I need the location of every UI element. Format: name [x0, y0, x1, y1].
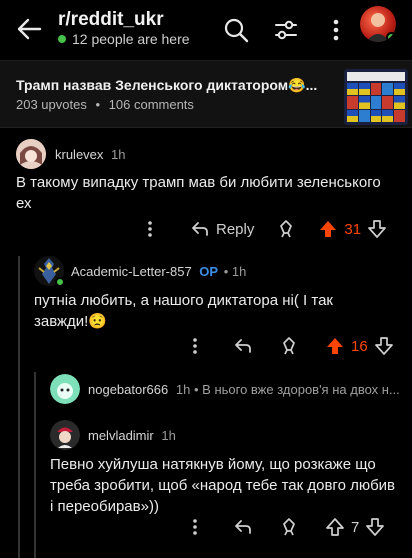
- downvote-arrow-icon[interactable]: [374, 336, 394, 356]
- search-icon[interactable]: [222, 16, 250, 44]
- op-badge: OP: [199, 264, 219, 279]
- reply-label: Reply: [216, 220, 255, 238]
- comment-actions: 7: [185, 514, 400, 540]
- more-options-icon[interactable]: [185, 336, 205, 356]
- username[interactable]: Academic-Letter-857: [71, 264, 192, 279]
- vote-score: 7: [351, 518, 360, 536]
- reply-arrow-icon: [192, 222, 208, 236]
- more-options-icon[interactable]: [185, 517, 205, 537]
- comment-body: Певно хуйлуша натякнув йому, що розкаже …: [50, 456, 396, 515]
- subreddit-name[interactable]: r/reddit_ukr: [58, 9, 164, 31]
- anime-avatar-icon: [16, 139, 46, 169]
- upvote-arrow-icon[interactable]: [325, 336, 345, 356]
- collapsed-comment-header[interactable]: nogebator666 1h • В нього вже здоров'я н…: [88, 382, 404, 397]
- post-title[interactable]: Трамп назвав Зеленського диктатором😂...: [16, 77, 322, 94]
- comment-age: 1h: [111, 147, 126, 162]
- comment-author[interactable]: melvladimir 1h: [88, 428, 176, 443]
- downvote-arrow-icon[interactable]: [367, 219, 387, 239]
- avatar[interactable]: [16, 139, 46, 169]
- online-dot-icon: [58, 35, 66, 43]
- avatar[interactable]: [50, 420, 80, 450]
- award-icon[interactable]: [279, 336, 299, 356]
- comment-actions: 16: [185, 333, 400, 359]
- downvote-arrow-icon[interactable]: [365, 517, 385, 537]
- post-upvotes: 203 upvotes: [16, 97, 87, 112]
- avatar[interactable]: [50, 374, 80, 404]
- snoo-avatar-icon: [50, 374, 80, 404]
- meta-separator: •: [95, 97, 101, 112]
- avatar-online-dot: [386, 32, 396, 42]
- more-options-icon[interactable]: [140, 219, 160, 239]
- post-header-card[interactable]: Трамп назвав Зеленського диктатором😂... …: [0, 60, 412, 128]
- post-comment-count: 106 comments: [108, 97, 194, 112]
- online-count: 12 people are here: [72, 31, 190, 47]
- vote-score: 16: [351, 337, 368, 355]
- award-icon[interactable]: [279, 517, 299, 537]
- thread-line[interactable]: [18, 256, 20, 558]
- comment-body: В такому випадку трамп мав би любити зел…: [16, 174, 381, 212]
- thumbnail-image: [347, 83, 405, 122]
- reply-arrow-icon[interactable]: [233, 336, 253, 356]
- character-avatar-icon: [50, 420, 80, 450]
- vote-score: 31: [344, 220, 362, 238]
- comment-author[interactable]: krulevex 1h: [55, 147, 126, 162]
- top-bar: r/reddit_ukr 12 people are here: [0, 0, 412, 60]
- reply-arrow-icon[interactable]: [233, 517, 253, 537]
- meta-separator: •: [223, 264, 229, 279]
- filter-sliders-icon[interactable]: [272, 16, 300, 44]
- thread-line[interactable]: [34, 372, 36, 558]
- thumbnail-caption-strip: [347, 72, 405, 81]
- avatar[interactable]: [34, 256, 65, 287]
- online-indicator: 12 people are here: [58, 31, 190, 47]
- collapsed-preview: В нього вже здоров'я на двох н...: [202, 382, 400, 397]
- online-dot: [55, 277, 65, 287]
- more-vertical-icon[interactable]: [322, 16, 350, 44]
- meta-separator: •: [193, 382, 199, 397]
- username[interactable]: melvladimir: [88, 428, 154, 443]
- username[interactable]: nogebator666: [88, 382, 168, 397]
- username[interactable]: krulevex: [55, 147, 103, 162]
- upvote-arrow-icon[interactable]: [325, 517, 345, 537]
- post-thumbnail[interactable]: [344, 69, 408, 125]
- upvote-arrow-icon[interactable]: [318, 219, 338, 239]
- comment-body: путніа любить, а нашого диктатора ні( І …: [34, 292, 333, 330]
- post-meta: 203 upvotes • 106 comments: [16, 97, 194, 112]
- comment-age: 1h: [231, 264, 247, 279]
- award-icon[interactable]: [276, 219, 296, 239]
- comment-actions: Reply 31: [140, 216, 400, 242]
- user-avatar[interactable]: [360, 6, 396, 42]
- comment-author[interactable]: Academic-Letter-857 OP • 1h: [71, 264, 246, 279]
- comment-age: 1h: [161, 428, 176, 443]
- reply-button[interactable]: Reply: [190, 219, 254, 239]
- comment-age: 1h: [175, 382, 191, 397]
- back-arrow-icon[interactable]: [14, 14, 44, 44]
